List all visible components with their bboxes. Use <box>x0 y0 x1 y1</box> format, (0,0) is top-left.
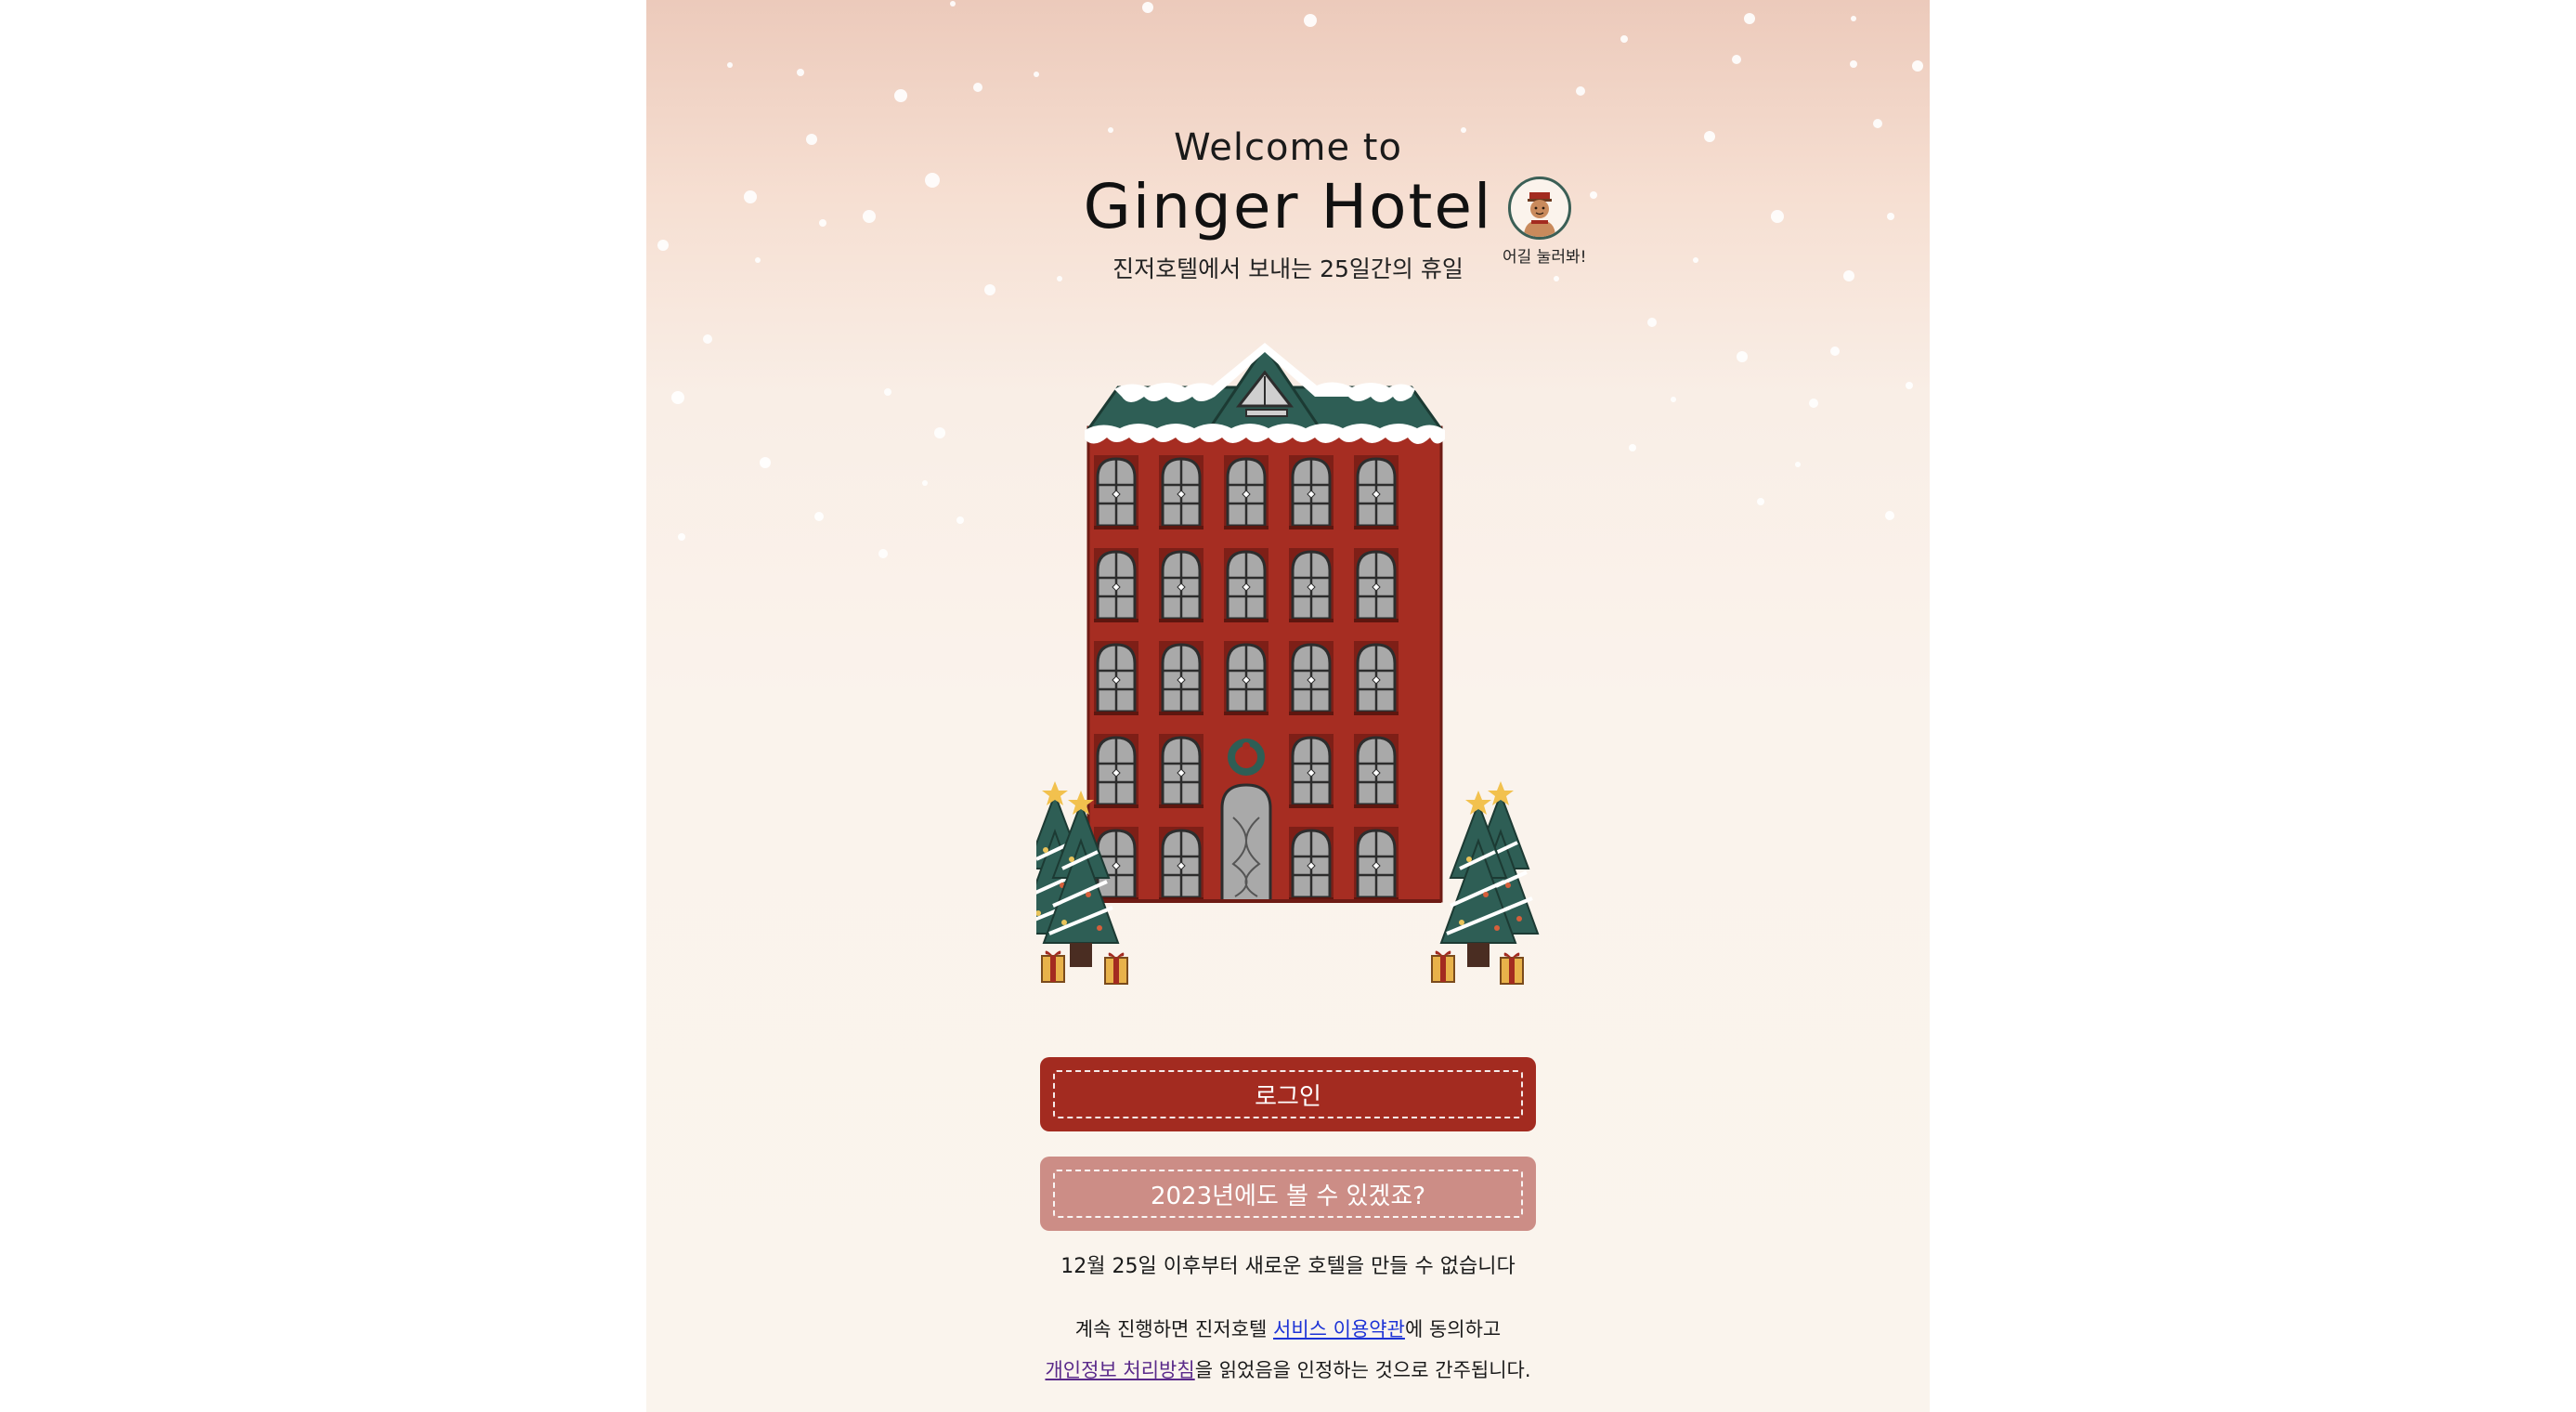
login-button[interactable]: 로그인 <box>1040 1057 1536 1131</box>
hotel-subtitle: 진저호텔에서 보내는 25일간의 휴일 <box>1112 255 1464 282</box>
see-2023-button[interactable]: 2023년에도 볼 수 있겠죠? <box>1040 1157 1536 1231</box>
terms-line-2: 개인정보 처리방침을 읽었음을 인정하는 것으로 간주됩니다. <box>646 1350 1930 1391</box>
see-2023-button-label: 2023년에도 볼 수 있겠죠? <box>1053 1170 1523 1218</box>
main-panel: Welcome to Ginger Hotel 진저호텔에서 보내는 25일간의… <box>646 0 1930 1412</box>
terms-suffix: 에 동의하고 <box>1404 1318 1502 1340</box>
service-terms-link[interactable]: 서비스 이용약관 <box>1273 1318 1405 1340</box>
welcome-text: Welcome to <box>1174 126 1402 169</box>
privacy-suffix: 을 읽었음을 인정하는 것으로 간주됩니다. <box>1194 1359 1531 1381</box>
profile-label: 어길 눌러봐! <box>1503 248 1587 267</box>
hotel-illustration <box>1036 343 1540 985</box>
terms-prefix: 계속 진행하면 진저호텔 <box>1074 1318 1274 1340</box>
terms-line-1: 계속 진행하면 진저호텔 서비스 이용약관에 동의하고 <box>646 1309 1930 1350</box>
privacy-policy-link[interactable]: 개인정보 처리방침 <box>1045 1359 1194 1381</box>
profile-button[interactable]: 어길 눌러봐! <box>1503 176 1587 267</box>
gingerbread-avatar-icon[interactable] <box>1508 176 1571 240</box>
terms-notice: 계속 진행하면 진저호텔 서비스 이용약관에 동의하고 개인정보 처리방침을 읽… <box>646 1309 1930 1391</box>
page-background: Welcome to Ginger Hotel 진저호텔에서 보내는 25일간의… <box>0 0 2576 1412</box>
hotel-title: Ginger Hotel <box>1083 171 1493 242</box>
deadline-notice: 12월 25일 이후부터 새로운 호텔을 만들 수 없습니다 <box>1060 1255 1516 1278</box>
login-button-label: 로그인 <box>1053 1070 1523 1118</box>
